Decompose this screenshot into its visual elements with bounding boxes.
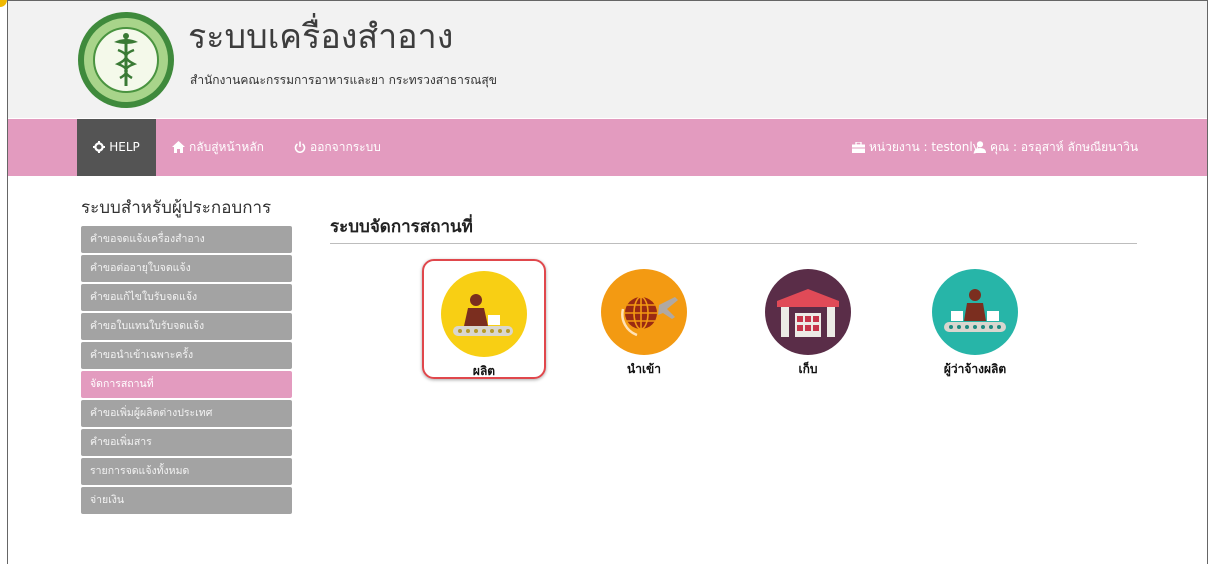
corner-mark — [0, 0, 7, 7]
sidebar-title: ระบบสำหรับผู้ประกอบการ — [81, 198, 272, 218]
sidebar-item-foreign-manufacturer[interactable]: คำขอเพิ่มผู้ผลิตต่างประเทศ — [81, 400, 292, 427]
user-link[interactable]: คุณ : อรอุสาห์ ลักษณียนาวิน — [974, 119, 1138, 176]
sidebar-item-add-substance[interactable]: คำขอเพิ่มสาร — [81, 429, 292, 456]
worker-conveyor-icon — [932, 269, 1018, 355]
user-icon — [974, 141, 986, 153]
page-title: ระบบจัดการสถานที่ — [330, 217, 473, 237]
sidebar-item-cosmetic-notification[interactable]: คำขอจดแจ้งเครื่องสำอาง — [81, 226, 292, 253]
sidebar-item-all-notifications[interactable]: รายการจดแจ้งทั้งหมด — [81, 458, 292, 485]
unit-label: หน่วยงาน : testonly — [869, 140, 980, 154]
logout-link[interactable]: ออกจากระบบ — [294, 119, 381, 176]
logout-label: ออกจากระบบ — [310, 140, 381, 154]
site-subtitle: สำนักงานคณะกรรมการอาหารและยา กระทรวงสาธา… — [190, 73, 497, 87]
home-link[interactable]: กลับสู่หน้าหลัก — [172, 119, 264, 176]
tile-import[interactable]: นำเข้า — [582, 269, 706, 379]
tile-manufacture[interactable]: ผลิต — [422, 259, 546, 379]
help-label: HELP — [109, 140, 140, 154]
sidebar-item-one-time-import[interactable]: คำขอนำเข้าเฉพาะครั้ง — [81, 342, 292, 369]
tile-import-label: นำเข้า — [627, 362, 661, 376]
gear-icon — [93, 141, 106, 153]
warehouse-icon — [765, 269, 851, 355]
caduceus-icon — [114, 33, 138, 86]
tile-contract-manufacturer[interactable]: ผู้ว่าจ้างผลิต — [913, 269, 1037, 379]
home-icon — [172, 141, 185, 153]
title-divider — [330, 243, 1137, 244]
power-icon — [294, 141, 306, 153]
tile-storage[interactable]: เก็บ — [746, 269, 870, 379]
home-label: กลับสู่หน้าหลัก — [189, 140, 264, 154]
worker-conveyor-icon — [441, 271, 527, 357]
sidebar-item-payment[interactable]: จ่ายเงิน — [81, 487, 292, 514]
app-window: ระบบเครื่องสำอาง สำนักงานคณะกรรมการอาหาร… — [7, 0, 1208, 564]
tile-manufacture-label: ผลิต — [472, 364, 496, 378]
unit-link[interactable]: หน่วยงาน : testonly — [852, 119, 980, 176]
top-navbar: HELP กลับสู่หน้าหลัก ออกจากระบบ หน่วยงาน… — [8, 119, 1207, 176]
globe-plane-icon — [601, 269, 687, 355]
help-button[interactable]: HELP — [77, 119, 156, 176]
sidebar-item-renewal[interactable]: คำขอต่ออายุใบจดแจ้ง — [81, 255, 292, 282]
user-label: คุณ : อรอุสาห์ ลักษณียนาวิน — [990, 140, 1139, 154]
sidebar-item-amendment[interactable]: คำขอแก้ไขใบรับจดแจ้ง — [81, 284, 292, 311]
fda-logo — [78, 12, 174, 108]
sidebar-item-manage-premises[interactable]: จัดการสถานที่ — [81, 371, 292, 398]
sidebar-item-replacement[interactable]: คำขอใบแทนใบรับจดแจ้ง — [81, 313, 292, 340]
tile-storage-label: เก็บ — [798, 362, 818, 376]
sidebar-menu: คำขอจดแจ้งเครื่องสำอาง คำขอต่ออายุใบจดแจ… — [81, 226, 292, 516]
site-header: ระบบเครื่องสำอาง สำนักงานคณะกรรมการอาหาร… — [8, 1, 1207, 118]
site-title: ระบบเครื่องสำอาง — [188, 17, 454, 57]
tile-contract-manufacturer-label: ผู้ว่าจ้างผลิต — [943, 362, 1007, 376]
briefcase-icon — [852, 141, 865, 153]
